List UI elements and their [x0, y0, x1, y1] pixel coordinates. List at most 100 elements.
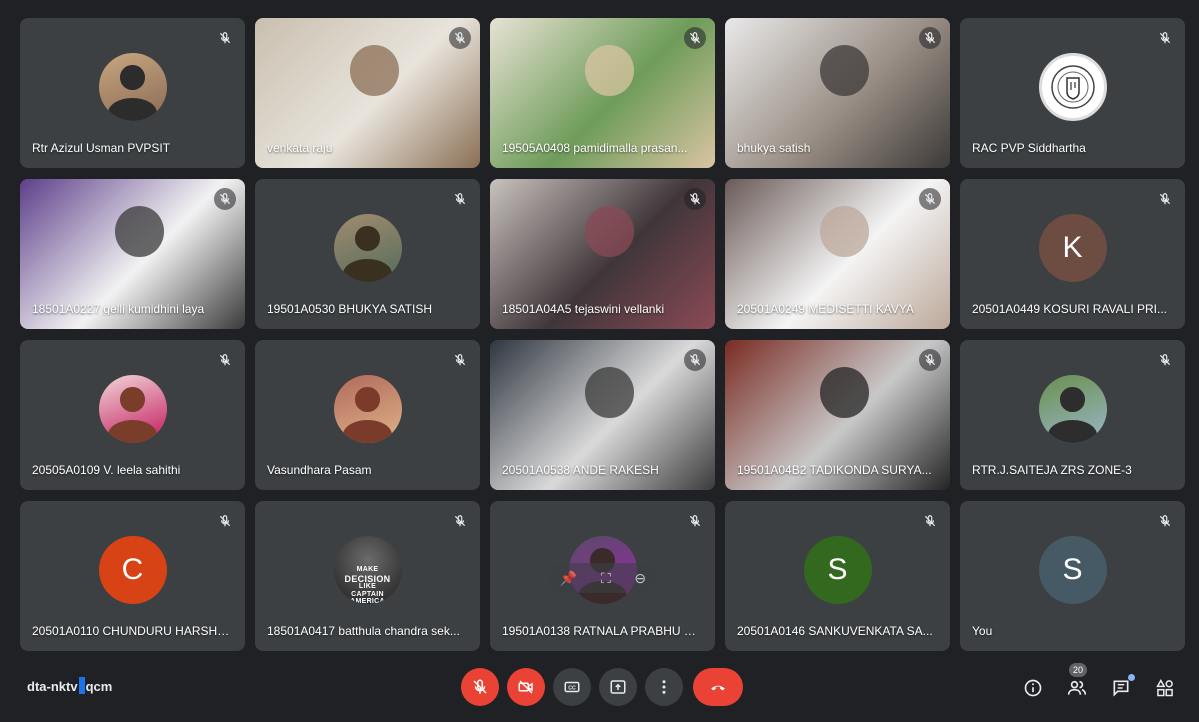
activities-icon: [1156, 678, 1173, 697]
participant-name: 20505A0109 V. leela sahithi: [32, 463, 181, 477]
muted-mic-icon: [684, 27, 706, 49]
muted-mic-icon: [684, 510, 706, 532]
leave-call-button[interactable]: [693, 668, 743, 706]
participant-tile[interactable]: Vasundhara Pasam: [255, 340, 480, 490]
poster-text: MAKE: [356, 566, 379, 573]
muted-mic-icon: [919, 349, 941, 371]
participant-grid: Rtr Azizul Usman PVPSIT venkata raju 19505…: [20, 18, 1185, 651]
avatar-head: [355, 226, 380, 251]
cartoon-girl-avatar: [333, 375, 402, 443]
more-options-button[interactable]: [645, 668, 683, 706]
muted-mic-icon: [449, 188, 471, 210]
participant-tile[interactable]: RAC PVP Siddhartha: [960, 18, 1185, 168]
tile-hover-controls: 📌 ⛶ ⊖: [548, 563, 658, 593]
initial-avatar: C: [98, 536, 167, 604]
meeting-details-button[interactable]: [1021, 676, 1045, 700]
unread-dot: [1128, 674, 1135, 681]
video-subject: [819, 206, 869, 257]
meet-window: Rtr Azizul Usman PVPSIT venkata raju 19505…: [0, 0, 1199, 722]
participant-name: 20501A0110 CHUNDURU HARSHA ...: [32, 624, 231, 638]
participant-tile[interactable]: venkata raju: [255, 18, 480, 168]
svg-text:CC: CC: [568, 686, 576, 692]
avatar-head: [120, 65, 145, 90]
captions-icon: CC: [564, 681, 580, 693]
muted-mic-icon: [684, 349, 706, 371]
muted-mic-icon: [449, 349, 471, 371]
participant-name: 20501A0146 SANKUVENKATA SA...: [737, 624, 933, 638]
captions-button[interactable]: CC: [553, 668, 591, 706]
video-subject: [819, 45, 869, 96]
chat-button[interactable]: [1109, 674, 1135, 700]
participant-name: 19505A0408 pamidimalla prasan...: [502, 141, 688, 155]
initial-avatar: K: [1038, 214, 1107, 282]
muted-mic-icon: [449, 27, 471, 49]
participant-name: RTR.J.SAITEJA ZRS ZONE-3: [972, 463, 1132, 477]
participant-tile[interactable]: MAKE DECISION LIKE CAPTAIN AMERICA 18501A041…: [255, 501, 480, 651]
mic-toggle-button[interactable]: [461, 668, 499, 706]
participant-tile[interactable]: 20505A0109 V. leela sahithi: [20, 340, 245, 490]
mic-off-icon: [473, 679, 487, 694]
camera-toggle-button[interactable]: [507, 668, 545, 706]
muted-mic-icon: [214, 349, 236, 371]
participant-tile[interactable]: 18501A0227 gelli kumidhini laya: [20, 179, 245, 329]
participant-tile[interactable]: 20501A0538 ANDE RAKESH: [490, 340, 715, 490]
video-subject: [349, 45, 399, 96]
participant-tile[interactable]: S You: [960, 501, 1185, 651]
participant-name: 19501A04B2 TADIKONDA SURYA...: [737, 463, 932, 477]
participant-name: You: [972, 624, 993, 638]
activities-button[interactable]: [1153, 676, 1177, 700]
participant-tile[interactable]: 19501A04B2 TADIKONDA SURYA...: [725, 340, 950, 490]
video-subject: [114, 206, 164, 257]
info-icon: [1024, 679, 1042, 697]
text-cursor: [78, 677, 85, 694]
video-subject: [584, 45, 634, 96]
person-photo-avatar: [98, 375, 167, 443]
avatar-body: [108, 419, 157, 443]
participant-tile[interactable]: 19505A0408 pamidimalla prasan...: [490, 18, 715, 168]
participant-name: venkata raju: [267, 141, 333, 155]
muted-mic-icon: [919, 188, 941, 210]
participant-name: 18501A0417 batthula chandra sek...: [267, 624, 460, 638]
participant-name: 19501A0138 RATNALA PRABHU K...: [502, 624, 701, 638]
participant-tile[interactable]: 📌 ⛶ ⊖ 19501A0138 RATNALA PRABHU K...: [490, 501, 715, 651]
participant-name: 20501A0449 KOSURI RAVALI PRI...: [972, 302, 1167, 316]
person-photo-avatar: [1038, 375, 1107, 443]
present-screen-icon: [610, 680, 626, 694]
participant-name: Vasundhara Pasam: [267, 463, 372, 477]
people-icon: [1067, 680, 1087, 695]
participant-name: 20501A0538 ANDE RAKESH: [502, 463, 659, 477]
muted-mic-icon: [919, 510, 941, 532]
participant-tile[interactable]: 20501A0249 MEDISETTI KAVYA: [725, 179, 950, 329]
people-button[interactable]: 20: [1065, 663, 1089, 700]
meeting-code: dta-nktv qcm: [27, 677, 112, 694]
participant-tile[interactable]: 19501A0530 BHUKYA SATISH: [255, 179, 480, 329]
participant-name: 18501A0227 gelli kumidhini laya: [32, 302, 205, 316]
video-subject: [584, 206, 634, 257]
video-subject: [819, 367, 869, 418]
participant-tile[interactable]: RTR.J.SAITEJA ZRS ZONE-3: [960, 340, 1185, 490]
poster-text: CAPTAIN AMERICA: [350, 591, 385, 604]
camera-off-icon: [518, 680, 533, 694]
participant-tile[interactable]: S 20501A0146 SANKUVENKATA SA...: [725, 501, 950, 651]
avatar-head: [120, 387, 145, 412]
avatar-head: [1060, 387, 1085, 412]
participant-tile[interactable]: 18501A04A5 tejaswini vellanki: [490, 179, 715, 329]
participant-name: bhukya satish: [737, 141, 811, 155]
participant-tile[interactable]: K 20501A0449 KOSURI RAVALI PRI...: [960, 179, 1185, 329]
muted-mic-icon: [214, 188, 236, 210]
side-tools: 20: [1021, 663, 1177, 706]
meeting-code-start: dta-nktv: [27, 679, 78, 694]
initial-avatar: S: [803, 536, 872, 604]
muted-mic-icon: [684, 188, 706, 210]
present-button[interactable]: [599, 668, 637, 706]
remove-icon[interactable]: ⊖: [634, 570, 646, 587]
participant-tile[interactable]: C 20501A0110 CHUNDURU HARSHA ...: [20, 501, 245, 651]
club-logo-avatar: [1038, 53, 1107, 121]
fullscreen-icon[interactable]: ⛶: [601, 570, 611, 587]
participant-tile[interactable]: Rtr Azizul Usman PVPSIT: [20, 18, 245, 168]
pin-icon[interactable]: 📌: [560, 570, 577, 587]
participant-name: 20501A0249 MEDISETTI KAVYA: [737, 302, 914, 316]
muted-mic-icon: [1154, 188, 1176, 210]
muted-mic-icon: [214, 27, 236, 49]
participant-tile[interactable]: bhukya satish: [725, 18, 950, 168]
